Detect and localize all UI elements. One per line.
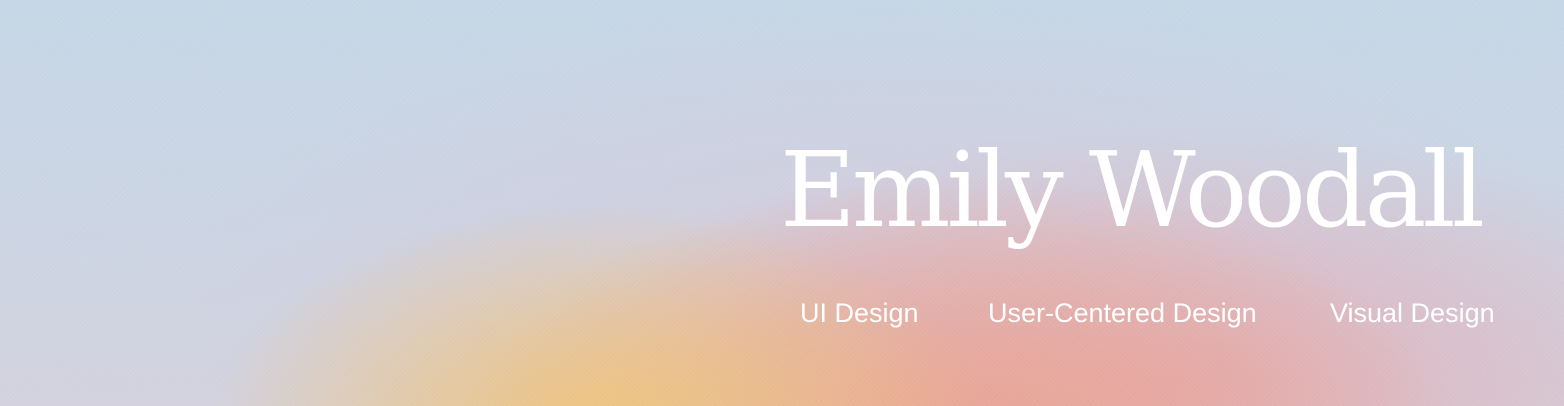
skill-visual-design: Visual Design [1330,298,1495,328]
profile-banner: Emily Woodall UI Design User-Centered De… [0,0,1564,406]
skill-ui-design: UI Design [800,298,919,328]
skill-user-centered-design: User-Centered Design [988,298,1257,328]
profile-name: Emily Woodall [780,129,1485,251]
skills-list: UI Design User-Centered Design Visual De… [0,296,1564,330]
